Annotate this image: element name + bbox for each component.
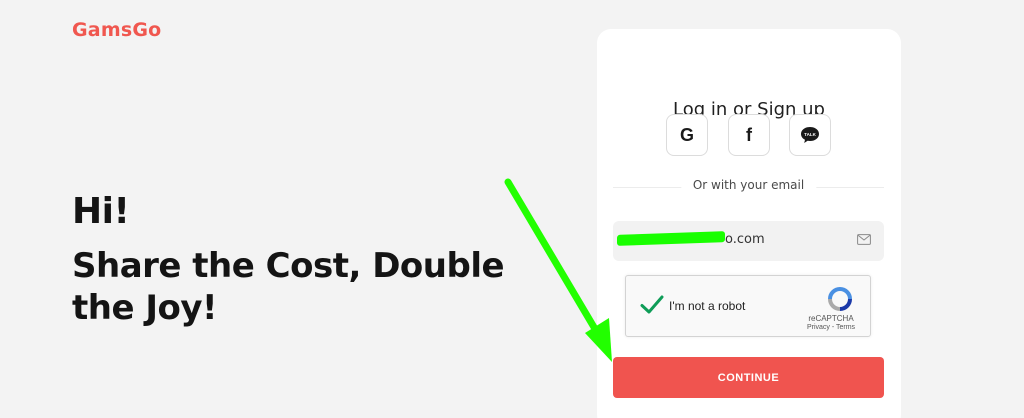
recaptcha-brand: reCAPTCHA — [808, 314, 854, 323]
google-login-button[interactable]: G — [666, 114, 708, 156]
recaptcha-checkbox[interactable] — [639, 292, 665, 318]
kakaotalk-icon: TALK — [801, 127, 819, 143]
email-divider: Or with your email — [613, 178, 884, 196]
recaptcha-label: I'm not a robot — [669, 299, 746, 313]
email-field[interactable]: o.com — [613, 221, 884, 261]
email-value: o.com — [725, 232, 765, 247]
brand-logo[interactable]: GamsGo — [72, 19, 161, 41]
recaptcha-links[interactable]: Privacy - Terms — [801, 324, 861, 331]
facebook-login-button[interactable]: f — [728, 114, 770, 156]
kakaotalk-glyph: TALK — [804, 132, 816, 137]
google-icon: G — [679, 124, 694, 145]
kakaotalk-login-button[interactable]: TALK — [789, 114, 831, 156]
divider-text: Or with your email — [680, 178, 817, 192]
mail-icon — [857, 234, 871, 245]
continue-button[interactable]: CONTINUE — [613, 357, 884, 398]
facebook-icon: f — [746, 124, 752, 145]
hero-greeting: Hi! — [72, 191, 130, 232]
hero-section: Hi! Share the Cost, Double the Joy! — [72, 190, 572, 329]
recaptcha-logo-icon — [828, 287, 852, 311]
hero-tagline: Share the Cost, Double the Joy! — [72, 246, 505, 328]
recaptcha-widget: I'm not a robot reCAPTCHA Privacy - Term… — [625, 275, 871, 337]
redaction-mark — [617, 231, 725, 246]
